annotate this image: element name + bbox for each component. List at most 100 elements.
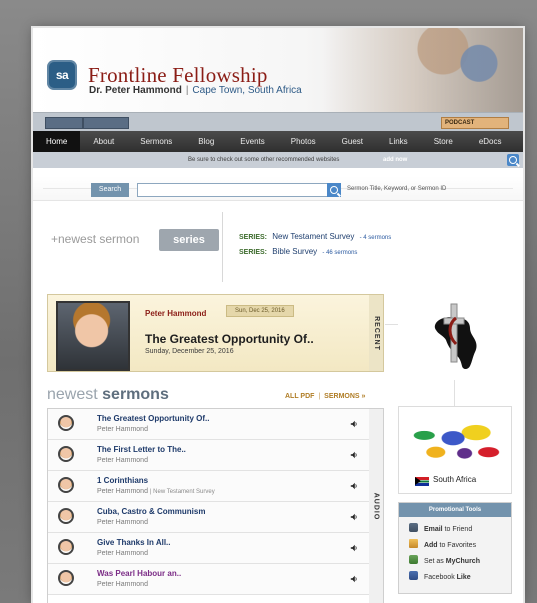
avatar bbox=[58, 508, 74, 524]
search-go-button[interactable] bbox=[327, 183, 341, 197]
recent-author[interactable]: Peter Hammond bbox=[145, 309, 206, 318]
sermon-speaker: Peter Hammond bbox=[97, 581, 148, 588]
recent-title[interactable]: The Greatest Opportunity Of.. bbox=[145, 332, 314, 346]
recent-subtitle: Sunday, December 25, 2016 bbox=[145, 348, 234, 355]
africa-cross-logo[interactable] bbox=[398, 294, 510, 380]
site-subtitle: Dr. Peter Hammond | Cape Town, South Afric… bbox=[89, 85, 302, 96]
main-nav: Home About Sermons Blog Events Photos Gu… bbox=[33, 131, 523, 152]
promo-bold: Email bbox=[423, 526, 443, 533]
sermons-link[interactable]: SERMONS » bbox=[324, 393, 365, 400]
south-africa-flag-icon bbox=[415, 477, 429, 486]
mail-icon bbox=[409, 523, 418, 532]
south-africa-map-link[interactable]: South Africa bbox=[398, 406, 512, 494]
star-icon bbox=[409, 539, 418, 548]
sermon-links: ALL PDF | SERMONS » bbox=[285, 393, 365, 400]
series-list: SERIES: New Testament Survey - 4 sermons… bbox=[239, 230, 509, 260]
sermon-title[interactable]: Was Pearl Habour an.. bbox=[97, 569, 181, 578]
notice-search-button[interactable] bbox=[507, 154, 519, 166]
sidebar-line bbox=[454, 380, 455, 406]
avatar bbox=[58, 570, 74, 586]
site-header: sa Frontline Fellowship Dr. Peter Hammon… bbox=[33, 28, 523, 112]
nav-photos[interactable]: Photos bbox=[278, 131, 329, 152]
nav-about[interactable]: About bbox=[80, 131, 127, 152]
search-input[interactable] bbox=[137, 183, 335, 197]
podcast-badge[interactable]: PODCAST bbox=[441, 117, 509, 129]
newest-sermons-strong: sermons bbox=[102, 386, 169, 403]
sermon-row[interactable]: Was Pearl Habour an.. Peter Hammond bbox=[48, 564, 370, 595]
home-icon bbox=[409, 555, 418, 564]
site-logo[interactable]: sa bbox=[47, 60, 77, 90]
sermon-row[interactable]: Cuba, Castro & Communism Peter Hammond bbox=[48, 502, 370, 533]
nav-links[interactable]: Links bbox=[376, 131, 421, 152]
recent-tag: RECENT bbox=[369, 294, 384, 372]
speaker-icon[interactable] bbox=[350, 451, 358, 459]
series-item[interactable]: SERIES: New Testament Survey - 4 sermons bbox=[239, 230, 509, 245]
sermon-title[interactable]: 1 Corinthians bbox=[97, 476, 148, 485]
facebook-like[interactable]: Facebook Like bbox=[409, 571, 471, 581]
recent-sermon-card[interactable]: Peter Hammond Sun, Dec 25, 2016 The Grea… bbox=[47, 294, 371, 372]
promo-prefix: Set as bbox=[423, 558, 446, 565]
promotional-tools-title: Promotional Tools bbox=[399, 503, 511, 517]
speaker-name: Peter Hammond bbox=[97, 581, 148, 588]
promo-bold: Like bbox=[456, 574, 471, 581]
series-prefix: SERIES: bbox=[239, 249, 268, 256]
africa-cross-icon bbox=[434, 303, 477, 369]
search-icon bbox=[509, 156, 517, 164]
series-item[interactable]: SERIES: Bible Survey - 46 sermons bbox=[239, 245, 509, 260]
series-panel: +newest sermon series SERIES: New Testam… bbox=[33, 206, 523, 294]
search-button[interactable]: Search bbox=[91, 183, 129, 197]
sermon-row[interactable]: Give Thanks In All.. Peter Hammond bbox=[48, 533, 370, 564]
like-icon bbox=[409, 571, 418, 580]
all-pdf-link[interactable]: ALL PDF bbox=[285, 393, 314, 400]
series-title[interactable]: New Testament Survey bbox=[272, 232, 354, 241]
speaker-icon[interactable] bbox=[350, 420, 358, 428]
newest-sermons-light: newest bbox=[47, 386, 98, 403]
avatar bbox=[58, 446, 74, 462]
subtitle-separator: | bbox=[185, 85, 189, 96]
newest-sermon-tab[interactable]: +newest sermon bbox=[51, 232, 139, 246]
speaker-photo bbox=[56, 301, 130, 371]
connector-line bbox=[385, 324, 399, 325]
promo-bold: MyChurch bbox=[445, 558, 480, 565]
nav-events[interactable]: Events bbox=[227, 131, 277, 152]
content-area: Peter Hammond Sun, Dec 25, 2016 The Grea… bbox=[33, 294, 523, 603]
promo-bold: Add bbox=[423, 542, 438, 549]
series-tab[interactable]: series bbox=[159, 229, 219, 251]
sermon-search-row: Search Sermon Title, Keyword, or Sermon … bbox=[33, 176, 523, 201]
speaker-icon[interactable] bbox=[350, 513, 358, 521]
sermon-row[interactable]: The First Letter to The.. Peter Hammond bbox=[48, 440, 370, 471]
speaker-icon[interactable] bbox=[350, 575, 358, 583]
speaker-name: Peter Hammond bbox=[97, 457, 148, 464]
sermon-title[interactable]: The Greatest Opportunity Of.. bbox=[97, 414, 209, 423]
search-icon bbox=[330, 186, 338, 194]
sermon-speaker: Peter Hammond bbox=[97, 457, 148, 464]
nav-guest[interactable]: Guest bbox=[329, 131, 376, 152]
sermon-row[interactable]: The Greatest Opportunity Of.. Peter Hamm… bbox=[48, 409, 370, 440]
speaker-icon[interactable] bbox=[350, 544, 358, 552]
nav-sermons[interactable]: Sermons bbox=[127, 131, 185, 152]
promo-prefix: Facebook bbox=[423, 574, 457, 581]
sermon-title[interactable]: The First Letter to The.. bbox=[97, 445, 186, 454]
set-as-mychurch[interactable]: Set as MyChurch bbox=[409, 555, 480, 565]
nav-edocs[interactable]: eDocs bbox=[466, 131, 515, 152]
sermon-list: The Greatest Opportunity Of.. Peter Hamm… bbox=[47, 408, 371, 603]
nav-store[interactable]: Store bbox=[421, 131, 466, 152]
sermon-speaker: Peter Hammond bbox=[97, 426, 148, 433]
sermon-series[interactable]: | New Testament Survey bbox=[150, 489, 215, 495]
nav-home[interactable]: Home bbox=[33, 131, 81, 152]
series-count: - 46 sermons bbox=[322, 250, 358, 256]
sermon-title[interactable]: Give Thanks In All.. bbox=[97, 538, 171, 547]
series-title[interactable]: Bible Survey bbox=[272, 247, 317, 256]
email-to-friend[interactable]: Email to Friend bbox=[409, 523, 472, 533]
speaker-icon[interactable] bbox=[350, 482, 358, 490]
strip-badge-1[interactable] bbox=[45, 117, 83, 129]
series-prefix: SERIES: bbox=[239, 234, 268, 241]
strip-badge-2[interactable] bbox=[83, 117, 129, 129]
sermon-title[interactable]: Cuba, Castro & Communism bbox=[97, 507, 205, 516]
promo-rest: to Favorites bbox=[437, 542, 477, 549]
nav-blog[interactable]: Blog bbox=[185, 131, 227, 152]
add-now-link[interactable]: add now bbox=[383, 152, 407, 168]
newest-sermons-heading: newest sermons bbox=[47, 386, 169, 404]
sermon-row[interactable]: 1 Corinthians Peter Hammond | New Testam… bbox=[48, 471, 370, 502]
add-to-favorites[interactable]: Add to Favorites bbox=[409, 539, 476, 549]
